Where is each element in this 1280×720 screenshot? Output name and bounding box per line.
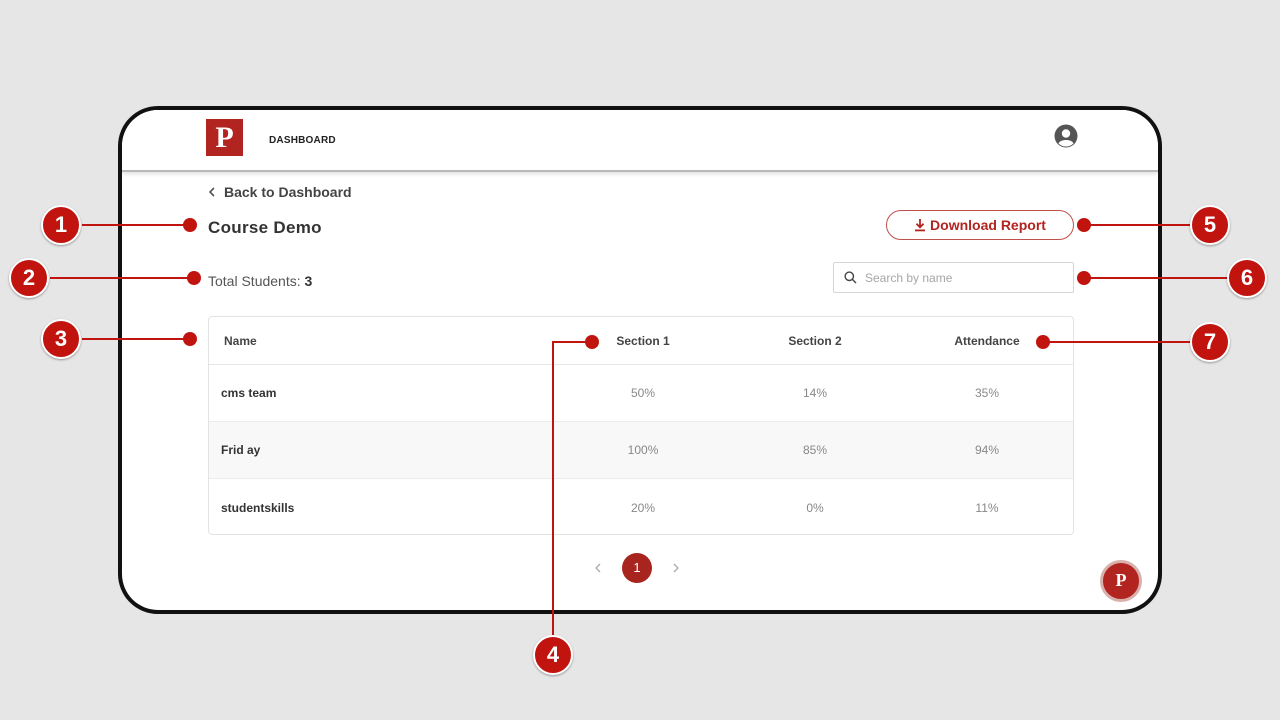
- back-to-dashboard-link[interactable]: Back to Dashboard: [208, 184, 352, 200]
- total-students-label: Total Students:: [208, 273, 301, 289]
- section-1-value: 20%: [631, 500, 656, 515]
- table-row[interactable]: studentskills 20% 0% 11%: [209, 479, 1073, 534]
- pagination: 1: [592, 553, 682, 583]
- search-input[interactable]: [865, 270, 1055, 285]
- top-navbar: P DASHBOARD: [122, 110, 1158, 172]
- attendance-value: 94%: [974, 443, 999, 457]
- device-frame: P DASHBOARD Back to Dashboard Course Dem…: [118, 106, 1162, 614]
- back-link-label: Back to Dashboard: [224, 184, 352, 200]
- callout-badge-4: 4: [533, 635, 573, 675]
- student-name: cms team: [221, 386, 277, 400]
- download-report-label: Download Report: [930, 217, 1046, 233]
- total-students: Total Students: 3: [208, 273, 312, 289]
- user-avatar-icon[interactable]: [1054, 124, 1078, 148]
- section-2-value: 85%: [802, 443, 828, 457]
- chevron-left-icon: [208, 187, 215, 197]
- student-name: Frid ay: [221, 443, 261, 457]
- course-title: Course Demo: [208, 218, 322, 237]
- students-table: Name Section 1 Section 2 Attendance cms …: [208, 316, 1074, 535]
- column-header-name[interactable]: Name: [209, 334, 557, 348]
- section-1-value: 50%: [631, 386, 656, 400]
- table-header-row: Name Section 1 Section 2 Attendance: [209, 317, 1073, 365]
- page-button-current[interactable]: 1: [622, 553, 652, 583]
- chevron-left-icon[interactable]: [592, 562, 604, 574]
- chevron-right-icon[interactable]: [670, 562, 682, 574]
- section-1-value: 100%: [627, 443, 659, 457]
- table-row[interactable]: cms team 50% 14% 35%: [209, 365, 1073, 422]
- table-row[interactable]: Frid ay 100% 85% 94%: [209, 422, 1073, 479]
- nav-dashboard-link[interactable]: DASHBOARD: [269, 135, 336, 146]
- download-report-button[interactable]: Download Report: [886, 210, 1074, 240]
- download-icon: [915, 219, 926, 232]
- app-screen: P DASHBOARD Back to Dashboard Course Dem…: [122, 110, 1158, 610]
- attendance-value: 11%: [975, 500, 999, 515]
- callout-badge-5: 5: [1190, 205, 1230, 245]
- section-2-value: 14%: [802, 386, 828, 400]
- section-2-value: 0%: [806, 500, 824, 515]
- column-header-section-1[interactable]: Section 1: [557, 334, 729, 348]
- column-header-section-2[interactable]: Section 2: [729, 334, 901, 348]
- callout-badge-3: 3: [41, 319, 81, 359]
- callout-badge-1: 1: [41, 205, 81, 245]
- attendance-value: 35%: [974, 386, 999, 400]
- help-chat-button[interactable]: P: [1100, 560, 1142, 602]
- student-name: studentskills: [221, 500, 295, 515]
- callout-badge-2: 2: [9, 258, 49, 298]
- search-icon: [844, 271, 857, 284]
- search-box[interactable]: [833, 262, 1074, 293]
- callout-badge-6: 6: [1227, 258, 1267, 298]
- brand-logo[interactable]: P: [206, 119, 243, 156]
- callout-badge-7: 7: [1190, 322, 1230, 362]
- column-header-attendance[interactable]: Attendance: [901, 334, 1073, 348]
- total-students-count: 3: [304, 273, 313, 289]
